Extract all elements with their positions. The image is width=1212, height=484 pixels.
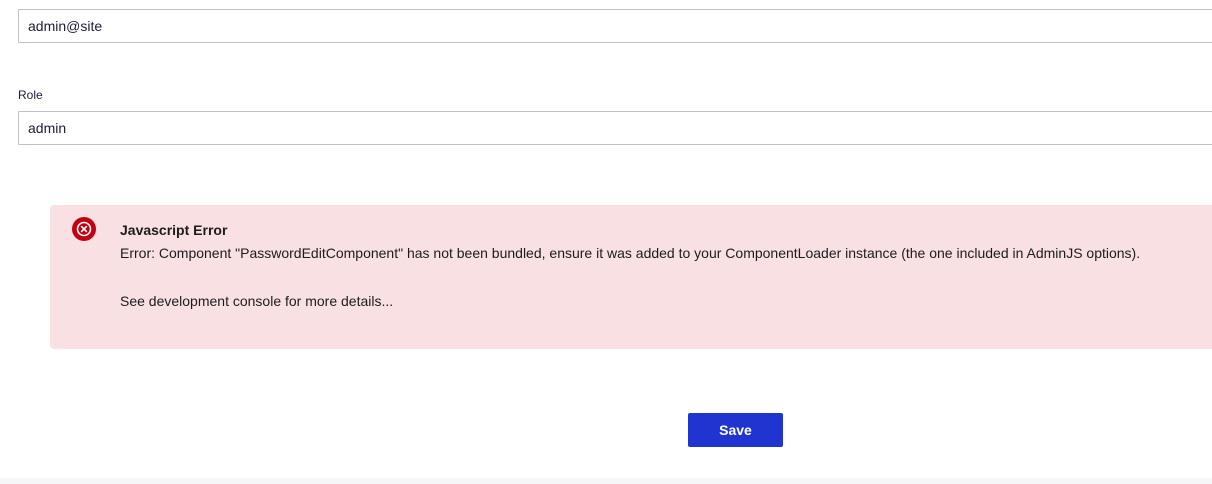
role-label: Role — [18, 88, 43, 102]
save-button[interactable]: Save — [688, 413, 783, 447]
footer-band — [0, 478, 1212, 484]
circle-x-icon — [72, 217, 96, 241]
error-title: Javascript Error — [120, 222, 228, 238]
error-message-text: Error: Component "PasswordEditComponent"… — [120, 245, 1141, 261]
role-input[interactable] — [18, 111, 1212, 145]
edit-form-page: Role Javascript Error Error: Component "… — [0, 0, 1212, 484]
error-message-box: Javascript Error Error: Component "Passw… — [50, 205, 1212, 349]
email-input[interactable] — [18, 9, 1212, 43]
error-hint-text: See development console for more details… — [120, 293, 394, 309]
